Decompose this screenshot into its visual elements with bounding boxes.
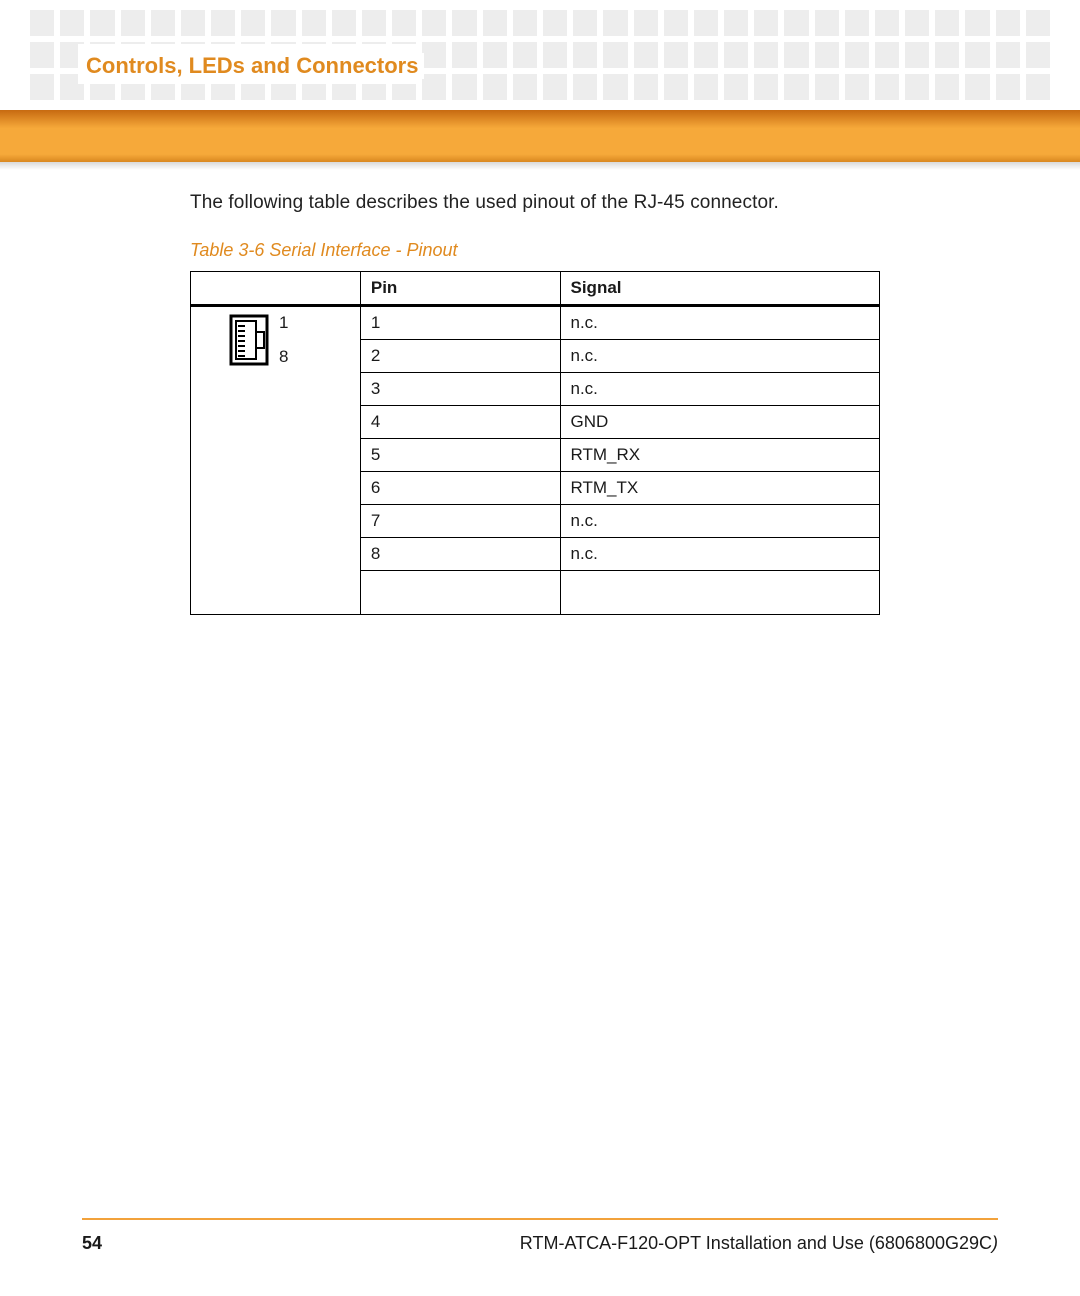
cell-signal: RTM_TX: [560, 472, 880, 505]
cell-pin: 3: [360, 373, 560, 406]
cell-signal: n.c.: [560, 538, 880, 571]
footer-doc-id-suffix: ): [992, 1233, 998, 1253]
header-divider-bar: [0, 110, 1080, 162]
cell-pin: 2: [360, 340, 560, 373]
header-divider-shadow: [0, 162, 1080, 170]
table-header-blank: [191, 272, 361, 306]
content-area: The following table describes the used p…: [190, 192, 970, 615]
connector-diagram-cell: 1 8: [191, 306, 361, 615]
table-header-pin: Pin: [360, 272, 560, 306]
cell-pin: [360, 571, 560, 615]
cell-signal: [560, 571, 880, 615]
cell-signal: RTM_RX: [560, 439, 880, 472]
footer-doc-title: RTM-ATCA-F120-OPT Installation and Use (…: [520, 1233, 998, 1254]
footer-doc-title-text: RTM-ATCA-F120-OPT Installation and Use (…: [520, 1233, 992, 1253]
cell-pin: 4: [360, 406, 560, 439]
cell-signal: n.c.: [560, 373, 880, 406]
table-header-row: Pin Signal: [191, 272, 880, 306]
section-title: Controls, LEDs and Connectors: [86, 53, 424, 79]
cell-pin: 5: [360, 439, 560, 472]
rj45-icon: [229, 314, 269, 366]
connector-label-bottom: 8: [279, 347, 288, 367]
connector-pin-labels: 1 8: [279, 313, 288, 367]
table-row: 1 8 1 n.c.: [191, 306, 880, 340]
cell-signal: n.c.: [560, 340, 880, 373]
footer-rule: [82, 1218, 998, 1220]
pinout-table: Pin Signal: [190, 271, 880, 615]
cell-pin: 6: [360, 472, 560, 505]
page: Controls, LEDs and Connectors The follow…: [0, 0, 1080, 1296]
footer: 54 RTM-ATCA-F120-OPT Installation and Us…: [82, 1233, 998, 1254]
intro-text: The following table describes the used p…: [190, 192, 970, 214]
table-caption: Table 3-6 Serial Interface - Pinout: [190, 240, 970, 261]
cell-signal: n.c.: [560, 505, 880, 538]
cell-signal: n.c.: [560, 306, 880, 340]
table-header-signal: Signal: [560, 272, 880, 306]
page-number: 54: [82, 1233, 102, 1254]
connector-label-top: 1: [279, 313, 288, 333]
cell-pin: 1: [360, 306, 560, 340]
cell-pin: 8: [360, 538, 560, 571]
cell-signal: GND: [560, 406, 880, 439]
cell-pin: 7: [360, 505, 560, 538]
